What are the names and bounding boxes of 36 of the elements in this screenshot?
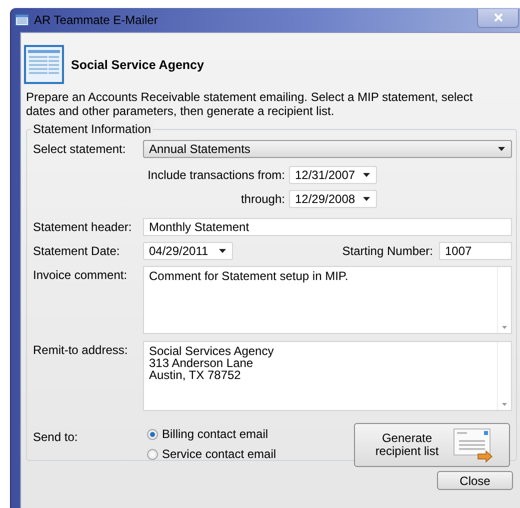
- scroll-down-icon[interactable]: [502, 326, 507, 329]
- envelope-arrow-icon: [453, 427, 493, 463]
- field-label: Invoice comment:: [33, 267, 128, 282]
- header-input-field[interactable]: Monthly Statement: [143, 218, 512, 236]
- field-label: Select statement:: [33, 142, 127, 156]
- radio-option[interactable]: Service contact email: [147, 447, 354, 461]
- radio-button[interactable]: [147, 448, 158, 460]
- generate-button[interactable]: Generate recipient list: [354, 423, 510, 467]
- window-app-icon: [15, 14, 29, 26]
- date-dropdown[interactable]: 12/31/2007: [289, 166, 377, 184]
- group-title: Statement Information: [31, 122, 154, 136]
- dropdown-arrow-icon: [363, 197, 370, 201]
- date-dropdown[interactable]: 12/29/2008: [289, 190, 377, 208]
- field-label: Statement header:: [33, 220, 133, 234]
- document-icon: [24, 45, 64, 84]
- close-window-button[interactable]: [477, 8, 519, 28]
- scroll-down-icon[interactable]: [502, 403, 507, 406]
- field-label: through:: [240, 192, 285, 206]
- radio-button[interactable]: [147, 428, 158, 440]
- dropdown-arrow-icon: [219, 249, 226, 253]
- agency-title: Social Service Agency: [71, 58, 204, 72]
- field-label: Include transactions from:: [146, 168, 285, 182]
- description-text: Prepare an Accounts Receivable statement emailing. Select a MIP statement, select dates and other parameters, then generate a recipient list.: [26, 90, 474, 118]
- number-input-field[interactable]: 1007: [439, 242, 512, 260]
- field-label: Starting Number:: [342, 244, 433, 258]
- radio-option[interactable]: Billing contact email: [147, 427, 354, 441]
- dropdown-arrow-icon: [498, 147, 505, 151]
- field-label: Remit-to address:: [33, 342, 129, 357]
- field-label: Statement Date:: [33, 244, 121, 258]
- close-icon: [494, 13, 502, 22]
- window-title: AR Teammate E-Mailer: [34, 13, 159, 27]
- field-label: Send to:: [33, 429, 79, 446]
- date-dropdown[interactable]: 04/29/2011: [143, 242, 233, 260]
- dropdown-arrow-icon: [363, 173, 370, 177]
- close-button[interactable]: Close: [437, 471, 513, 490]
- statement-dropdown[interactable]: Annual Statements: [143, 140, 512, 158]
